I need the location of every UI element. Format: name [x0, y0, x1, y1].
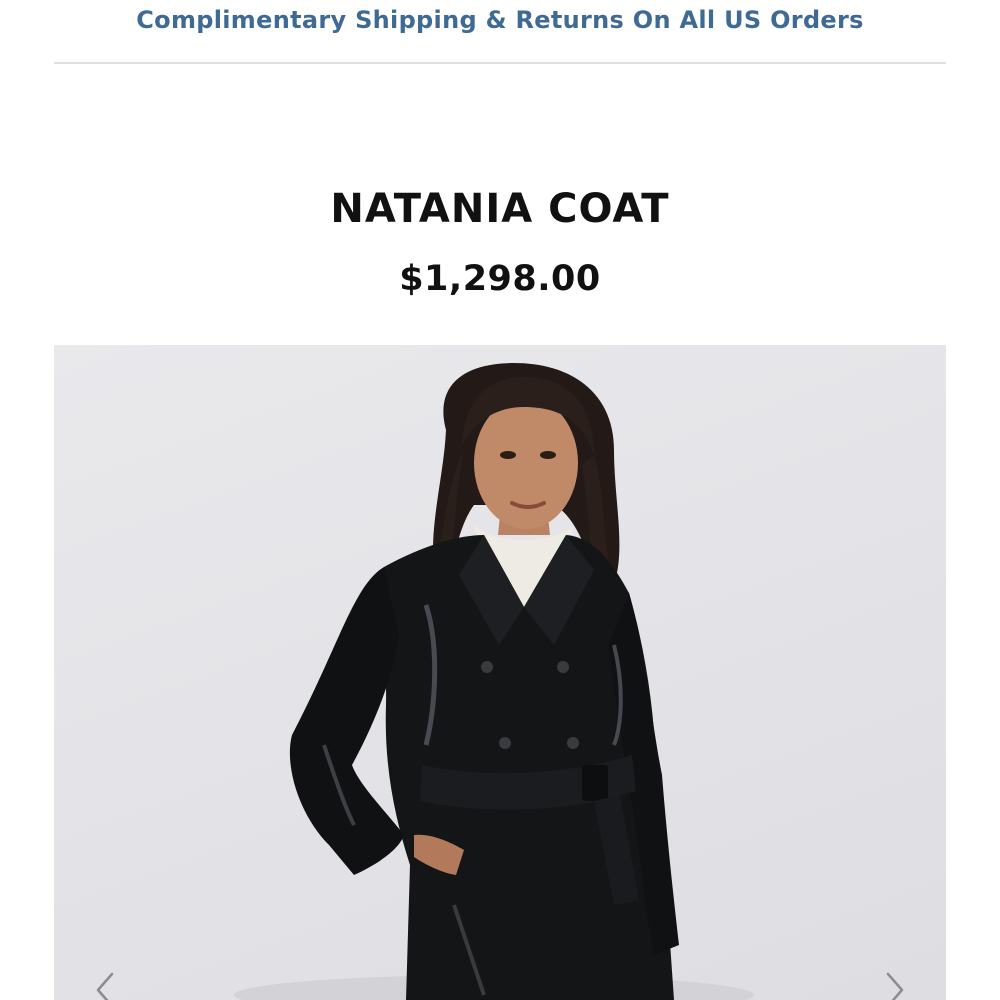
- gallery-prev-button[interactable]: [82, 968, 126, 1000]
- gallery-next-button[interactable]: [876, 968, 920, 1000]
- product-page: Complimentary Shipping & Returns On All …: [0, 0, 1000, 1000]
- banner-divider: [54, 62, 946, 64]
- chevron-right-icon: [886, 972, 904, 1000]
- product-image-gallery[interactable]: [54, 345, 946, 1000]
- promo-banner-text[interactable]: Complimentary Shipping & Returns On All …: [136, 6, 863, 34]
- promo-banner[interactable]: Complimentary Shipping & Returns On All …: [0, 0, 1000, 40]
- product-title: NATANIA COAT: [330, 186, 670, 232]
- chevron-left-icon: [96, 972, 114, 1000]
- product-price: $1,298.00: [399, 259, 601, 299]
- product-image[interactable]: [54, 345, 946, 1000]
